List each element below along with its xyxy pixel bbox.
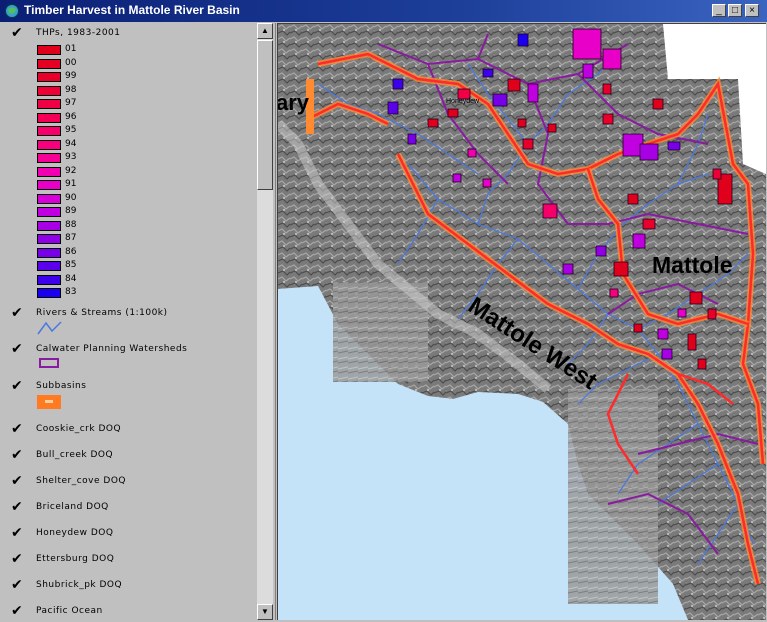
- thp-year-label: 89: [65, 206, 77, 216]
- table-of-contents: ✔ THPs, 1983-2001 01 00 99 98 97 96 95 94 93 92 91…: [3, 23, 276, 620]
- map-label-honeydew: Honeydew: [446, 98, 480, 105]
- layer-checkbox[interactable]: ✔: [11, 551, 23, 567]
- thp-year-label: 01: [65, 44, 77, 54]
- subbasin-symbol-inner: [45, 400, 53, 403]
- layer-checkbox[interactable]: ✔: [11, 378, 23, 394]
- thp-swatch[interactable]: [37, 166, 61, 177]
- layer-label[interactable]: Pacific Ocean: [36, 606, 103, 616]
- thp-swatch[interactable]: [37, 139, 61, 150]
- thp-year-label: 87: [65, 233, 77, 243]
- thp-year-label: 91: [65, 179, 77, 189]
- thp-year-label: 88: [65, 219, 77, 230]
- thp-swatch[interactable]: [37, 180, 61, 190]
- thp-year-label: 85: [65, 260, 77, 270]
- map-label-mattole: Mattole: [652, 252, 733, 278]
- map-label-ary: ary: [277, 90, 310, 115]
- thp-swatch[interactable]: [37, 72, 61, 82]
- layer-checkbox[interactable]: ✔: [11, 499, 23, 515]
- thp-year-label: 97: [65, 98, 77, 108]
- layer-label[interactable]: Cooskie_crk DOQ: [36, 424, 121, 434]
- doq-tile-shubrick: [568, 494, 658, 604]
- thp-swatch[interactable]: [37, 58, 61, 69]
- thp-swatch[interactable]: [37, 193, 61, 204]
- layer-checkbox[interactable]: ✔: [11, 305, 23, 321]
- thp-swatch[interactable]: [37, 274, 61, 285]
- layer-label[interactable]: Subbasins: [36, 381, 86, 391]
- layer-checkbox[interactable]: ✔: [11, 525, 23, 541]
- scroll-up-button[interactable]: ▲: [257, 23, 273, 39]
- thp-year-label: 99: [65, 71, 77, 81]
- layer-label[interactable]: Honeydew DOQ: [36, 528, 113, 538]
- window-title: Timber Harvest in Mattole River Basin: [24, 3, 240, 17]
- thp-year-label: 83: [65, 287, 77, 297]
- thp-year-label: 00: [65, 57, 77, 68]
- layer-label[interactable]: Shelter_cove DOQ: [36, 476, 126, 486]
- layer-label-thps[interactable]: THPs, 1983-2001: [36, 28, 121, 38]
- layer-checkbox[interactable]: ✔: [11, 447, 23, 463]
- globe-app-icon: [5, 4, 19, 18]
- maximize-button[interactable]: □: [728, 4, 742, 17]
- thp-swatch[interactable]: [37, 99, 61, 109]
- close-button[interactable]: ×: [745, 4, 759, 17]
- map-view[interactable]: ary Honeydew Mattole Mattole West: [277, 23, 766, 620]
- thp-swatch[interactable]: [37, 85, 61, 96]
- layer-label[interactable]: Ettersburg DOQ: [36, 554, 114, 564]
- layer-label[interactable]: Briceland DOQ: [36, 502, 109, 512]
- thp-swatch[interactable]: [37, 153, 61, 163]
- minimize-button[interactable]: _: [712, 4, 726, 17]
- layer-checkbox[interactable]: ✔: [11, 603, 23, 619]
- thp-year-label: 96: [65, 111, 77, 122]
- stream-symbol-icon: [37, 321, 62, 335]
- thp-swatch[interactable]: [37, 247, 61, 258]
- thp-swatch[interactable]: [37, 261, 61, 271]
- thp-swatch[interactable]: [37, 126, 61, 136]
- thp-year-label: 84: [65, 273, 77, 284]
- layer-checkbox[interactable]: ✔: [11, 473, 23, 489]
- thp-year-label: 93: [65, 152, 77, 162]
- thp-swatch[interactable]: [37, 220, 61, 231]
- layer-checkbox[interactable]: ✔: [11, 421, 23, 437]
- app-window: Timber Harvest in Mattole River Basin _ …: [0, 0, 767, 622]
- layer-label[interactable]: Calwater Planning Watersheds: [36, 344, 187, 354]
- thp-swatch[interactable]: [37, 112, 61, 123]
- checkbox-thps[interactable]: ✔: [11, 25, 23, 41]
- scroll-down-button[interactable]: ▼: [257, 604, 273, 620]
- layer-checkbox[interactable]: ✔: [11, 341, 23, 357]
- thp-swatch[interactable]: [37, 207, 61, 217]
- thp-swatch[interactable]: [37, 234, 61, 244]
- legend-list: ✔ THPs, 1983-2001 01 00 99 98 97 96 95 94 93 92 91…: [3, 23, 257, 620]
- layer-checkbox[interactable]: ✔: [11, 577, 23, 593]
- scroll-thumb[interactable]: [257, 40, 273, 190]
- title-bar[interactable]: Timber Harvest in Mattole River Basin _ …: [0, 0, 767, 22]
- legend-scrollbar[interactable]: ▲ ▼: [257, 23, 273, 620]
- layer-label[interactable]: Rivers & Streams (1:100k): [36, 308, 168, 318]
- thp-year-label: 86: [65, 246, 77, 257]
- thp-year-label: 95: [65, 125, 77, 135]
- layer-label[interactable]: Shubrick_pk DOQ: [36, 580, 122, 590]
- thp-year-label: 94: [65, 138, 77, 149]
- watershed-symbol-icon: [39, 358, 59, 368]
- thp-year-label: 92: [65, 165, 77, 176]
- layer-label[interactable]: Bull_creek DOQ: [36, 450, 113, 460]
- subbasin-symbol-icon: [37, 395, 61, 409]
- thp-swatch[interactable]: [37, 288, 61, 298]
- thp-year-label: 98: [65, 84, 77, 95]
- thp-year-label: 90: [65, 192, 77, 203]
- thp-swatch[interactable]: [37, 45, 61, 55]
